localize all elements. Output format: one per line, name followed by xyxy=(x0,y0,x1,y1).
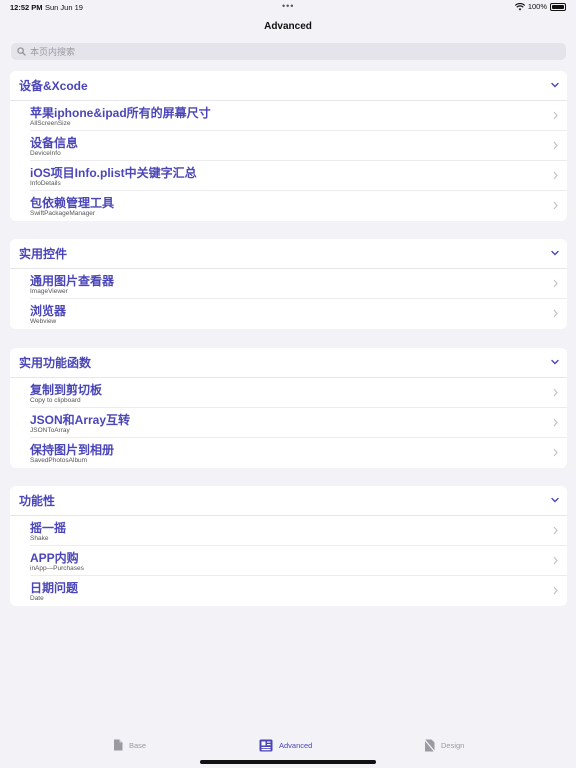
section-header[interactable]: 设备&Xcode xyxy=(10,71,567,101)
list-item[interactable]: 浏览器 Webview xyxy=(30,299,567,329)
tab-label: Design xyxy=(441,741,465,750)
section-functionality: 功能性 摇一摇 Shake APP内购 inApp—Purchases 日期问题… xyxy=(10,486,567,606)
search-icon xyxy=(17,47,26,56)
list-item[interactable]: 设备信息 DeviceInfo xyxy=(30,131,567,161)
chevron-right-icon xyxy=(553,418,558,427)
list-item-title: APP内购 xyxy=(30,551,79,565)
list-item-subtitle: Webview xyxy=(30,318,57,325)
tab-design[interactable]: Design xyxy=(424,739,464,752)
chevron-right-icon xyxy=(553,171,558,180)
wifi-icon xyxy=(514,2,525,10)
list-item-title: 保持图片到相册 xyxy=(30,443,115,457)
list-item[interactable]: 日期问题 Date xyxy=(30,576,567,606)
battery-percent: 100% xyxy=(527,2,547,11)
list-item[interactable]: APP内购 inApp—Purchases xyxy=(30,546,567,576)
page-title: Advanced xyxy=(264,21,312,32)
list-item[interactable]: 复制到剪切板 Copy to clipboard xyxy=(30,378,567,408)
section-title: 实用功能函数 xyxy=(19,356,92,370)
list-item-subtitle: InfoDetails xyxy=(30,180,61,187)
chevron-right-icon xyxy=(553,388,558,397)
list-item-title: 设备信息 xyxy=(30,136,79,150)
status-date: Sun Jun 19 xyxy=(45,3,83,12)
tab-label: Base xyxy=(129,740,147,750)
section-header[interactable]: 实用功能函数 xyxy=(10,348,567,378)
list-item-subtitle: JSONToArray xyxy=(30,427,70,434)
section-practical-controls: 实用控件 通用图片查看器 ImageViewer 浏览器 Webview xyxy=(10,239,567,329)
list-item-subtitle: SwiftPackageManager xyxy=(30,210,96,217)
tab-advanced[interactable]: Advanced xyxy=(259,739,312,752)
chevron-down-icon[interactable] xyxy=(551,497,559,503)
list-item-title: 包依赖管理工具 xyxy=(30,196,115,210)
document-icon xyxy=(114,739,123,751)
battery-icon xyxy=(550,2,566,11)
chevron-down-icon[interactable] xyxy=(551,250,559,256)
list-item-subtitle: DeviceInfo xyxy=(30,150,61,157)
list-item[interactable]: JSON和Array互转 JSONToArray xyxy=(30,408,567,438)
chevron-right-icon xyxy=(553,141,558,150)
design-icon xyxy=(424,739,435,752)
list-item-subtitle: Shake xyxy=(30,535,49,542)
tab-base[interactable]: Base xyxy=(113,739,146,751)
home-indicator xyxy=(200,760,376,764)
list-item-title: 通用图片查看器 xyxy=(30,274,115,288)
chevron-down-icon[interactable] xyxy=(551,359,559,365)
chevron-right-icon xyxy=(553,586,558,595)
section-device-xcode: 设备&Xcode 苹果iphone&ipad所有的屏幕尺寸 AllScreenS… xyxy=(10,71,567,221)
list-item[interactable]: 通用图片查看器 ImageViewer xyxy=(30,269,567,299)
chevron-right-icon xyxy=(553,526,558,535)
section-header[interactable]: 实用控件 xyxy=(10,239,567,269)
section-title: 实用控件 xyxy=(19,247,68,261)
newspaper-icon xyxy=(259,739,273,752)
list-item[interactable]: 保持图片到相册 SavedPhotosAlbum xyxy=(30,438,567,468)
list-item-title: 日期问题 xyxy=(30,581,79,595)
list-item-subtitle: inApp—Purchases xyxy=(30,565,84,572)
chevron-right-icon xyxy=(553,279,558,288)
search-input[interactable] xyxy=(30,46,530,57)
list-item-title: 浏览器 xyxy=(30,304,67,318)
multitasking-dots-icon[interactable]: ••• xyxy=(282,1,294,11)
chevron-right-icon xyxy=(553,448,558,457)
list-item[interactable]: iOS项目Info.plist中关键字汇总 InfoDetails xyxy=(30,161,567,191)
list-item-title: 苹果iphone&ipad所有的屏幕尺寸 xyxy=(30,106,211,120)
list-item-subtitle: SavedPhotosAlbum xyxy=(30,457,88,464)
list-item-subtitle: AllScreenSize xyxy=(30,120,71,127)
chevron-right-icon xyxy=(553,556,558,565)
list-item-title: 复制到剪切板 xyxy=(30,383,103,397)
chevron-right-icon xyxy=(553,111,558,120)
section-utility-functions: 实用功能函数 复制到剪切板 Copy to clipboard JSON和Arr… xyxy=(10,348,567,468)
list-item-subtitle: Date xyxy=(30,595,44,602)
list-item-subtitle: ImageViewer xyxy=(30,288,68,295)
status-time: 12:52 PM xyxy=(10,3,43,12)
list-item[interactable]: 苹果iphone&ipad所有的屏幕尺寸 AllScreenSize xyxy=(30,101,567,131)
section-title: 功能性 xyxy=(19,494,56,508)
chevron-right-icon xyxy=(553,201,558,210)
list-item-title: iOS项目Info.plist中关键字汇总 xyxy=(30,166,197,180)
list-item[interactable]: 包依赖管理工具 SwiftPackageManager xyxy=(30,191,567,221)
list-item[interactable]: 摇一摇 Shake xyxy=(30,516,567,546)
status-right: 100% xyxy=(514,2,566,11)
chevron-down-icon[interactable] xyxy=(551,82,559,88)
list-item-subtitle: Copy to clipboard xyxy=(30,397,81,404)
tab-label: Advanced xyxy=(279,741,313,750)
section-header[interactable]: 功能性 xyxy=(10,486,567,516)
section-title: 设备&Xcode xyxy=(19,79,88,93)
list-item-title: JSON和Array互转 xyxy=(30,413,131,427)
status-bar: 12:52 PM Sun Jun 19 ••• 100% xyxy=(0,0,576,16)
search-bar[interactable] xyxy=(11,43,566,60)
list-item-title: 摇一摇 xyxy=(30,521,67,535)
chevron-right-icon xyxy=(553,309,558,318)
